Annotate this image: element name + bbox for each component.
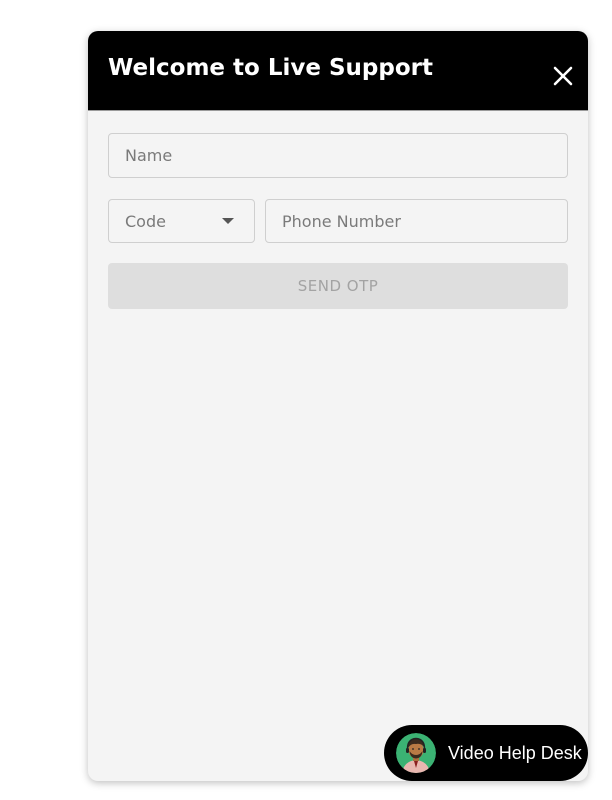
widget-title: Welcome to Live Support [108, 55, 433, 81]
country-code-select[interactable]: Code [108, 199, 255, 243]
close-icon[interactable] [551, 64, 575, 88]
phone-number-input[interactable] [265, 199, 568, 243]
name-input[interactable] [108, 133, 568, 178]
country-code-label: Code [125, 211, 166, 231]
video-help-desk-label: Video Help Desk [448, 742, 582, 763]
send-otp-button[interactable]: SEND OTP [108, 263, 568, 309]
live-support-widget: Welcome to Live Support Code SEND OTP [88, 31, 588, 781]
chevron-down-icon [222, 218, 234, 224]
support-agent-avatar-icon [396, 733, 436, 773]
widget-header: Welcome to Live Support [88, 31, 588, 111]
video-help-desk-button[interactable]: Video Help Desk [384, 725, 588, 781]
